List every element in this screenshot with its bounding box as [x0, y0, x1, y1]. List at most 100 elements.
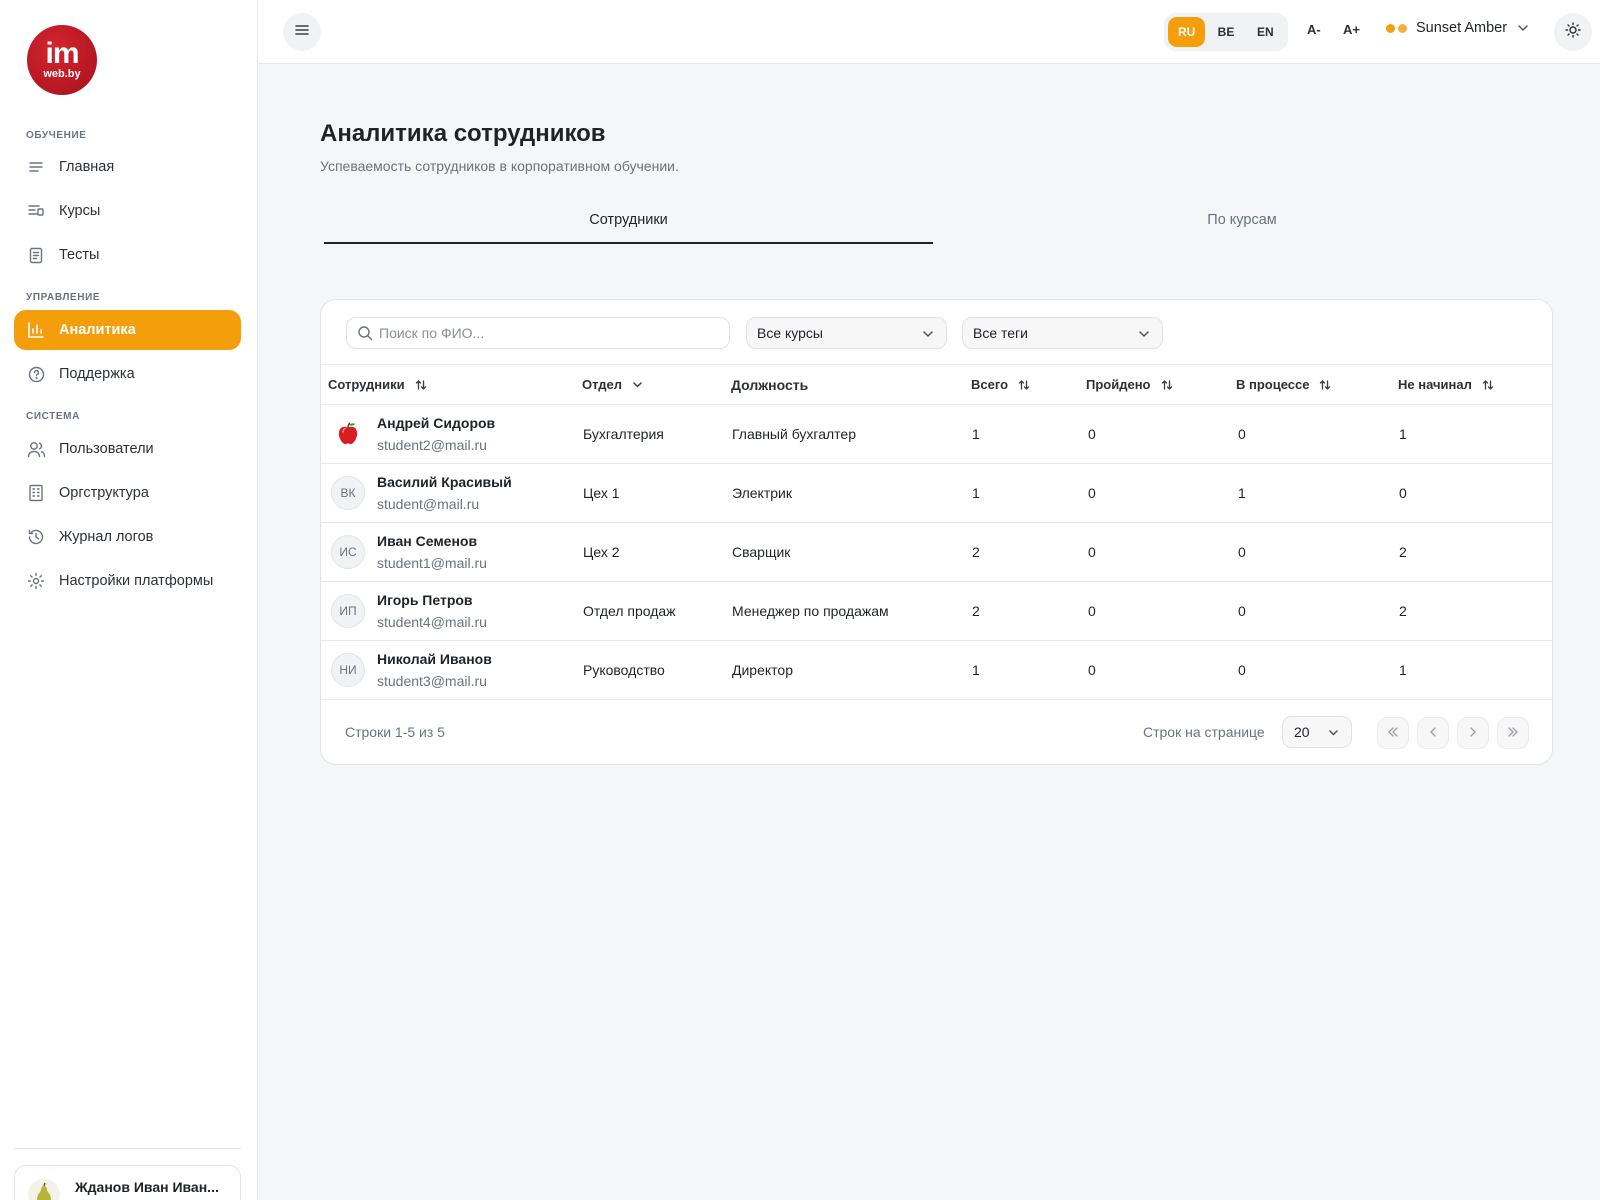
avatar: ВК [331, 476, 365, 510]
course-filter-select[interactable]: Все курсы [746, 317, 947, 349]
column-header-in-progress[interactable]: В процессе [1236, 377, 1331, 392]
column-header-employees[interactable]: Сотрудники [328, 377, 427, 392]
employee-name: Николай Иванов [377, 651, 492, 667]
lang-ru-button[interactable]: RU [1168, 17, 1206, 47]
employee-email: student@mail.ru [377, 496, 480, 512]
avatar: НИ [331, 653, 365, 687]
tab-employees[interactable]: Сотрудники [324, 212, 933, 244]
logo-main-text: im [45, 37, 79, 70]
sidebar-item-orgstructure[interactable]: Оргструктура [14, 473, 241, 513]
first-page-button[interactable] [1377, 717, 1409, 749]
sidebar-item-users[interactable]: Пользователи [14, 429, 241, 469]
sidebar-item-label: Главная [59, 159, 115, 175]
column-header-department[interactable]: Отдел [582, 377, 643, 392]
table-row[interactable]: ВК Василий Красивый student@mail.ru Цех … [321, 464, 1552, 523]
chevron-right-icon [1469, 724, 1477, 742]
department-cell: Бухгалтерия [583, 426, 664, 442]
users-icon [26, 439, 46, 459]
menu-lines-icon [26, 157, 46, 177]
position-cell: Сварщик [732, 544, 791, 560]
table-row[interactable]: ИС Иван Семенов student1@mail.ru Цех 2 С… [321, 523, 1552, 582]
search-field[interactable] [346, 317, 730, 349]
total-cell: 2 [972, 544, 980, 560]
not-started-cell: 2 [1399, 544, 1407, 560]
sidebar-item-courses[interactable]: Курсы [14, 191, 241, 231]
sort-icon [1161, 379, 1173, 391]
font-increase-button[interactable]: A+ [1343, 22, 1360, 37]
previous-page-button[interactable] [1417, 717, 1449, 749]
in-progress-cell: 1 [1238, 485, 1246, 501]
department-cell: Цех 2 [583, 544, 620, 560]
font-decrease-button[interactable]: A- [1307, 22, 1321, 37]
sidebar-item-tests[interactable]: Тесты [14, 235, 241, 275]
column-header-label: Не начинал [1398, 377, 1472, 392]
table-row[interactable]: НИ Николай Иванов student3@mail.ru Руков… [321, 641, 1552, 700]
sidebar: im web.by Обучение Главная Курсы Тесты У… [0, 0, 258, 1200]
pear-icon [27, 1178, 63, 1200]
department-cell: Руководство [583, 662, 665, 678]
sidebar-item-label: Пользователи [59, 441, 154, 457]
in-progress-cell: 0 [1238, 603, 1246, 619]
chevron-down-icon [1328, 724, 1339, 740]
sidebar-divider [14, 1148, 241, 1149]
last-page-button[interactable] [1497, 717, 1529, 749]
position-cell: Главный бухгалтер [732, 426, 856, 442]
rows-per-page-select[interactable]: 20 [1282, 716, 1352, 748]
logo-sub-text: web.by [43, 68, 81, 80]
help-circle-icon [26, 364, 46, 384]
avatar: ИС [331, 535, 365, 569]
column-header-total[interactable]: Всего [971, 377, 1030, 392]
menu-toggle-button[interactable] [283, 13, 321, 51]
sidebar-item-support[interactable]: Поддержка [14, 354, 241, 394]
page-subtitle: Успеваемость сотрудников в корпоративном… [320, 158, 679, 174]
user-profile-card[interactable]: Жданов Иван Иван... [14, 1165, 241, 1200]
column-header-label: В процессе [1236, 377, 1310, 392]
position-cell: Директор [732, 662, 793, 678]
brand-logo[interactable]: im web.by [27, 25, 97, 95]
next-page-button[interactable] [1457, 717, 1489, 749]
column-header-not-started[interactable]: Не начинал [1398, 377, 1494, 392]
theme-dot [1386, 23, 1395, 33]
theme-mode-toggle[interactable] [1554, 13, 1592, 51]
sidebar-item-label: Оргструктура [59, 485, 149, 501]
chevron-down-icon [1138, 325, 1150, 341]
employee-name: Игорь Петров [377, 592, 473, 608]
sidebar-item-logs[interactable]: Журнал логов [14, 517, 241, 557]
sidebar-item-label: Журнал логов [59, 529, 154, 545]
in-progress-cell: 0 [1238, 426, 1246, 442]
table-row[interactable]: Андрей Сидоров student2@mail.ru Бухгалте… [321, 405, 1552, 464]
sort-icon [1482, 379, 1494, 391]
user-name: Жданов Иван Иван... [75, 1179, 219, 1195]
sort-icon [415, 379, 427, 391]
sort-icon [1319, 379, 1331, 391]
tags-filter-select[interactable]: Все теги [962, 317, 1163, 349]
sidebar-item-label: Курсы [59, 203, 101, 219]
sidebar-item-analytics[interactable]: Аналитика [14, 310, 241, 350]
total-cell: 1 [972, 662, 980, 678]
employee-name: Василий Красивый [377, 474, 512, 490]
search-input[interactable] [379, 325, 709, 341]
nav-section-learning: Обучение [26, 130, 87, 141]
nav-section-management: Управление [26, 292, 101, 303]
theme-selector[interactable]: Sunset Amber [1386, 20, 1529, 36]
theme-name: Sunset Amber [1416, 20, 1508, 36]
employee-name: Иван Семенов [377, 533, 478, 549]
sidebar-item-label: Аналитика [59, 322, 136, 338]
tab-by-courses[interactable]: По курсам [937, 212, 1547, 244]
sidebar-item-home[interactable]: Главная [14, 147, 241, 187]
column-header-label: Всего [971, 377, 1009, 392]
lang-en-button[interactable]: EN [1247, 17, 1284, 47]
column-header-passed[interactable]: Пройдено [1086, 377, 1173, 392]
chevron-down-icon [922, 325, 934, 341]
rows-summary: Строки 1-5 из 5 [345, 724, 445, 740]
tags-filter-value: Все теги [973, 325, 1028, 341]
sidebar-item-settings[interactable]: Настройки платформы [14, 561, 241, 601]
column-header-label: Отдел [582, 377, 623, 392]
table-row[interactable]: ИП Игорь Петров student4@mail.ru Отдел п… [321, 582, 1552, 641]
total-cell: 1 [972, 485, 980, 501]
column-header-label: Сотрудники [328, 377, 405, 392]
not-started-cell: 1 [1399, 426, 1407, 442]
course-list-icon [26, 201, 46, 221]
lang-be-button[interactable]: BE [1207, 17, 1244, 47]
column-header-label: Пройдено [1086, 377, 1151, 392]
